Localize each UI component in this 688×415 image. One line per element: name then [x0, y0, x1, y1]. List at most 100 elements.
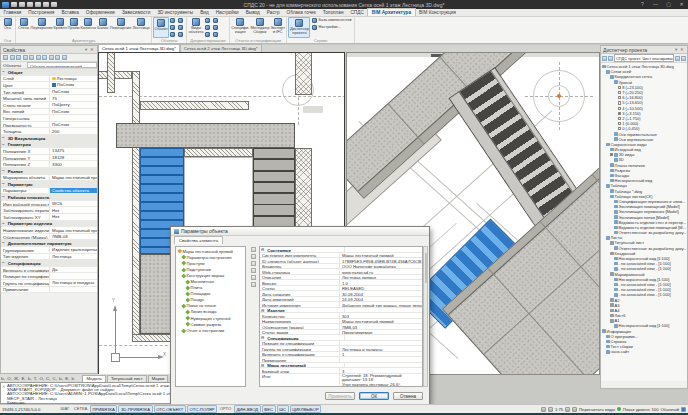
property-row[interactable]: Включать в спецификацию Да — [1, 267, 97, 274]
ribbon-button[interactable] — [177, 17, 185, 24]
ribbon-tab[interactable]: Растр — [263, 9, 283, 16]
ribbon-button[interactable]: Проём — [67, 17, 80, 38]
quick-select-icon[interactable] — [3, 55, 8, 60]
ribbon-tab[interactable]: Зависимости — [118, 9, 153, 16]
layout-tab[interactable]: Титульный лист — [107, 375, 147, 382]
property-row[interactable]: Гиперссылка — [1, 115, 97, 122]
workspace-icon[interactable] — [548, 407, 553, 412]
layout-tab[interactable]: Марки — [148, 375, 169, 382]
status-toggle[interactable]: 3D-ПРИВЯЗКА — [118, 405, 152, 413]
ribbon-button[interactable]: Настройки... — [310, 24, 353, 31]
property-row[interactable]: Дополнительные параметры — [1, 240, 97, 247]
object-type-selector[interactable]: Объекты Объект параметрический — [1, 62, 97, 69]
property-row[interactable]: Цвет ПоСлою — [1, 82, 97, 89]
props-tool4-icon[interactable] — [42, 55, 47, 60]
property-row[interactable]: Параметры Свойства объекта — [1, 188, 97, 195]
ribbon-button[interactable] — [212, 17, 220, 24]
property-row[interactable]: Вес линий ПоСлою — [1, 109, 97, 116]
letter-button[interactable]: О, — [38, 376, 45, 381]
refresh-icon[interactable] — [675, 56, 680, 61]
ribbon-button[interactable]: Лестница — [132, 17, 150, 38]
property-row[interactable]: Заблокировать XY Нет — [1, 214, 97, 221]
property-row[interactable]: Параметры — [1, 181, 97, 188]
property-row[interactable]: Общие — [1, 69, 97, 76]
document-tab[interactable]: Сетка осей 2 этаж Лестница 3D.dwg* — [180, 44, 262, 52]
undo-icon[interactable] — [43, 2, 49, 7]
ribbon-button[interactable] — [177, 24, 185, 31]
property-row[interactable]: Заблокировать перенос Нет — [1, 207, 97, 214]
new-file-icon[interactable] — [11, 2, 17, 7]
ribbon-tab[interactable]: BIM Конструкция — [416, 9, 460, 16]
dialog-button[interactable]: Применить — [325, 392, 355, 401]
ribbon-button[interactable]: Экспорт в IFC — [270, 17, 286, 38]
property-row[interactable]: Масштаб типа линий 75 — [1, 95, 97, 102]
project-selector[interactable]: СПДС проект: Чист планирование — [614, 54, 674, 62]
dialog-tree-item[interactable]: Отчет о построении — [176, 327, 245, 333]
pan-icon[interactable] — [572, 407, 577, 412]
redo-icon[interactable] — [51, 2, 57, 7]
save-file-icon[interactable] — [27, 2, 33, 7]
ribbon-tab[interactable]: Вид — [197, 9, 212, 16]
select-filter-icon[interactable] — [10, 55, 15, 60]
ribbon-tab[interactable]: Вставка — [58, 9, 82, 16]
selector-value[interactable]: Объект параметрический — [27, 62, 97, 68]
ribbon-tab[interactable]: Вывод — [242, 9, 263, 16]
property-row[interactable]: Параметры изделия — [1, 221, 97, 228]
ribbon-button[interactable] — [169, 24, 177, 31]
status-toggle[interactable]: ВЕС — [262, 405, 276, 413]
property-row[interactable]: Положение Z 3300 — [1, 161, 97, 168]
status-toggle[interactable]: ОРТО — [218, 405, 233, 413]
minimize-button[interactable]: — — [651, 1, 660, 7]
ribbon-button[interactable]: Кровля — [53, 17, 67, 38]
ribbon-tab[interactable]: BIM Архитектура — [367, 8, 415, 16]
property-row[interactable]: Тип линий ПоСлою — [1, 89, 97, 96]
ribbon-tab[interactable]: Главная — [0, 9, 25, 16]
scale-selector[interactable]: 1:75 — [555, 407, 563, 412]
property-row[interactable]: Наименование изделия Марш лестничный пря… — [1, 227, 97, 234]
status-toggle[interactable]: ШС — [277, 405, 289, 413]
status-toggle[interactable]: ДИН-ВВОД — [234, 405, 261, 413]
copy-icon[interactable] — [251, 275, 256, 280]
property-row[interactable]: Обозначение (Марка) ЛМВ-03 — [1, 234, 97, 241]
recalc-views-button[interactable]: Пересчитать виды — [579, 407, 615, 412]
open-file-icon[interactable] — [19, 2, 25, 7]
ribbon-button[interactable] — [204, 17, 212, 24]
delete-icon[interactable] — [251, 282, 256, 287]
property-row[interactable]: Положение Y 18128 — [1, 155, 97, 162]
ribbon-button[interactable] — [204, 31, 212, 38]
ribbon-button[interactable] — [204, 24, 212, 31]
panel-close-icon[interactable]: ✕ — [90, 47, 95, 52]
letter-button[interactable]: Ь — [70, 376, 75, 381]
property-row[interactable]: Положение X 13475 — [1, 148, 97, 155]
property-row[interactable]: Позиция по спецификации — [1, 273, 97, 280]
save-project-icon[interactable] — [608, 56, 613, 61]
ribbon-tab[interactable]: 3D инструменты — [154, 9, 197, 16]
ribbon-button[interactable] — [212, 24, 220, 31]
ribbon-button[interactable]: Балка — [96, 17, 109, 38]
property-row[interactable]: 3D Визуализация — [1, 135, 97, 142]
dialog-tab-properties[interactable]: Свойства элемента — [174, 236, 223, 244]
ribbon-button[interactable]: Виды объекта — [188, 17, 204, 38]
ribbon-tab[interactable]: Топоплан — [319, 9, 347, 16]
ribbon-button[interactable] — [212, 31, 220, 38]
props-tool-icon[interactable] — [23, 55, 28, 60]
property-row[interactable]: Маркировка объекта Марш лестничный прямо… — [1, 175, 97, 182]
property-row[interactable]: Геометрия — [1, 142, 97, 149]
property-row[interactable]: Толщина 200 — [1, 128, 97, 135]
ribbon-button[interactable]: Перекрытие — [30, 17, 53, 38]
ribbon-tab[interactable]: Оформление — [82, 9, 118, 16]
property-row[interactable]: Группирование Изделия транспортные об — [1, 247, 97, 254]
dialog-button[interactable]: Отмена — [393, 392, 423, 401]
panel-close-icon[interactable]: ✕ — [680, 47, 685, 52]
notifications-icon[interactable] — [681, 407, 686, 412]
visual-style-selector[interactable]: Обычный — [660, 407, 679, 412]
ribbon-button[interactable] — [169, 17, 177, 24]
props-tool3-icon[interactable] — [36, 55, 41, 60]
zoom-icon[interactable] — [565, 407, 570, 412]
document-tab[interactable]: Сетка осей 1 этаж Лестница 3D.dwg* — [98, 44, 180, 52]
save-all-icon[interactable] — [35, 2, 41, 7]
maximize-button[interactable]: ▢ — [664, 1, 673, 7]
letter-button[interactable]: Ж, — [13, 376, 20, 381]
ribbon-button[interactable]: Специфи- кация — [231, 17, 250, 38]
ribbon-button[interactable]: Диспетчер проекта — [288, 17, 310, 38]
